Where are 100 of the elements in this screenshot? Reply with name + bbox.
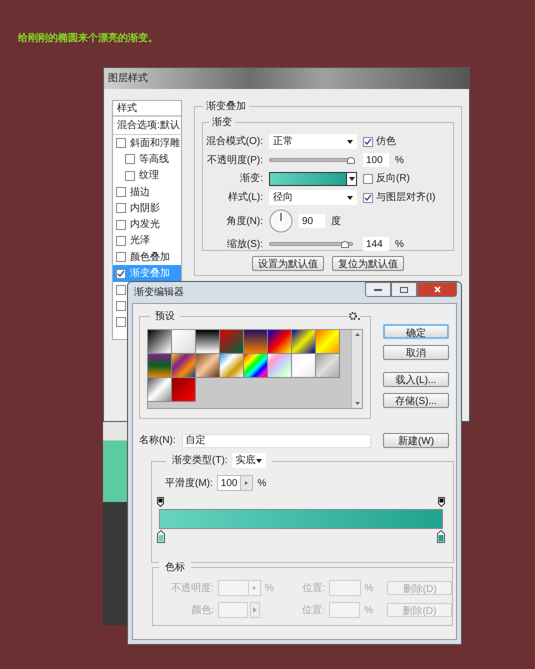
angle-dial[interactable] — [269, 209, 293, 233]
gradient-swatch[interactable] — [268, 354, 292, 378]
input-field[interactable]: 144 — [363, 237, 389, 251]
input-field[interactable]: 自定 — [182, 434, 371, 448]
arrow-icon — [245, 481, 248, 485]
gradient-swatch[interactable] — [172, 354, 196, 378]
checkbox[interactable] — [125, 170, 135, 181]
gradient-swatch[interactable] — [220, 330, 244, 354]
gradient-swatch[interactable] — [148, 378, 172, 402]
checkbox[interactable] — [125, 154, 135, 164]
unit-label: % — [364, 604, 374, 618]
checkbox[interactable] — [116, 301, 126, 312]
field-label: 平滑度(M): — [165, 476, 213, 490]
checkbox[interactable] — [116, 268, 126, 279]
checkbox[interactable] — [116, 138, 126, 148]
arrow-icon — [252, 586, 256, 590]
gradient-swatch[interactable] — [268, 330, 292, 354]
arrow-icon — [253, 607, 258, 613]
unit-label: 度 — [331, 214, 341, 228]
field-label: 角度(N): — [225, 214, 263, 228]
gradient-swatch[interactable] — [172, 330, 196, 354]
checkbox[interactable] — [363, 174, 373, 184]
dialog-button[interactable]: 存储(S)... — [383, 393, 449, 408]
checkbox[interactable] — [116, 220, 126, 230]
maximize-button[interactable] — [391, 282, 417, 297]
checkbox[interactable] — [363, 192, 373, 202]
list-item[interactable]: 等高线 — [113, 151, 181, 168]
input-field[interactable]: 90 — [299, 214, 325, 228]
opacity-stop-icon[interactable] — [438, 497, 445, 507]
list-item[interactable]: 内发光 — [113, 216, 181, 233]
item-label: 渐变叠加 — [130, 266, 170, 282]
checkbox[interactable] — [363, 136, 373, 146]
gradient-swatch[interactable] — [220, 354, 244, 378]
opacity-stop-icon[interactable] — [157, 497, 164, 507]
gradient-swatch[interactable] — [148, 330, 172, 354]
dropdown[interactable]: 实底 — [232, 453, 266, 468]
list-item[interactable]: 混合选项:默认 — [113, 117, 181, 135]
dropdown[interactable]: 正常 — [269, 134, 357, 149]
gradient-swatch[interactable] — [148, 354, 172, 378]
item-label: 颜色叠加 — [130, 250, 170, 265]
checkbox[interactable] — [116, 187, 126, 198]
gear-icon[interactable] — [348, 311, 360, 321]
dialog-button[interactable]: 新建(W) — [383, 433, 449, 448]
dropdown[interactable]: 径向 — [269, 190, 357, 205]
down-arrow-icon[interactable] — [354, 402, 360, 405]
field-label: 位置: — [302, 604, 325, 618]
close-icon — [434, 286, 440, 293]
caret-icon — [347, 140, 353, 144]
gradient-swatch[interactable] — [172, 378, 196, 402]
list-item[interactable]: 内阴影 — [113, 200, 181, 216]
item-label: 描边 — [130, 186, 150, 200]
gradient-swatch[interactable] — [196, 330, 220, 354]
checkbox[interactable] — [116, 252, 126, 262]
list-item[interactable]: 斜面和浮雕 — [113, 135, 181, 152]
gradient-swatch[interactable] — [244, 330, 268, 354]
dialog-button[interactable]: 取消 — [383, 345, 449, 360]
list-item[interactable]: 纹理 — [113, 168, 181, 184]
slider[interactable] — [269, 158, 353, 162]
scrollbar[interactable] — [351, 330, 362, 408]
gradient-swatch[interactable] — [316, 330, 340, 354]
checkbox[interactable] — [116, 317, 126, 328]
check-icon — [364, 138, 372, 146]
window-title: 渐变编辑器 — [134, 286, 184, 300]
slider-thumb[interactable] — [341, 241, 350, 248]
checkbox[interactable] — [116, 236, 126, 246]
list-item[interactable]: 描边 — [113, 184, 181, 200]
window-title: 图层样式 — [104, 68, 469, 89]
check-icon — [117, 270, 125, 278]
field-label: 颜色: — [190, 604, 214, 618]
gradient-swatch[interactable] — [292, 354, 316, 378]
dialog-button[interactable]: 载入(L)... — [383, 372, 449, 387]
checkbox[interactable] — [116, 284, 126, 295]
dialog-button[interactable]: 确定 — [383, 324, 449, 339]
unit-label: % — [395, 238, 404, 252]
slider-thumb[interactable] — [347, 157, 355, 164]
item-label: 光泽 — [130, 234, 150, 248]
slider[interactable] — [269, 242, 353, 246]
checkbox[interactable] — [116, 203, 126, 214]
item-label: 斜面和浮雕 — [130, 136, 180, 151]
item-label: 纹理 — [139, 169, 159, 184]
gradient-picker[interactable] — [269, 172, 357, 186]
gradient-swatch[interactable] — [244, 354, 268, 378]
gradient-swatch[interactable] — [316, 354, 340, 378]
item-label: 内阴影 — [130, 202, 160, 216]
color-stop-icon[interactable] — [437, 530, 445, 543]
unit-label: % — [364, 582, 374, 596]
dialog-button[interactable]: 复位为默认值 — [332, 256, 404, 271]
list-item[interactable]: 颜色叠加 — [113, 249, 181, 266]
unit-label: % — [395, 154, 404, 168]
gradient-swatch[interactable] — [292, 330, 316, 354]
gradient-swatch[interactable] — [196, 354, 220, 378]
list-item[interactable]: 光泽 — [113, 232, 181, 250]
minimize-button[interactable] — [365, 282, 391, 297]
stepper-field[interactable]: 100 — [216, 475, 254, 491]
close-button[interactable] — [417, 282, 457, 297]
dialog-button[interactable]: 设置为默认值 — [252, 256, 324, 271]
field-label: 混合模式(O): — [204, 134, 263, 149]
color-stop-icon[interactable] — [157, 530, 165, 543]
input-field[interactable]: 100 — [363, 153, 389, 167]
up-arrow-icon[interactable] — [354, 333, 360, 336]
